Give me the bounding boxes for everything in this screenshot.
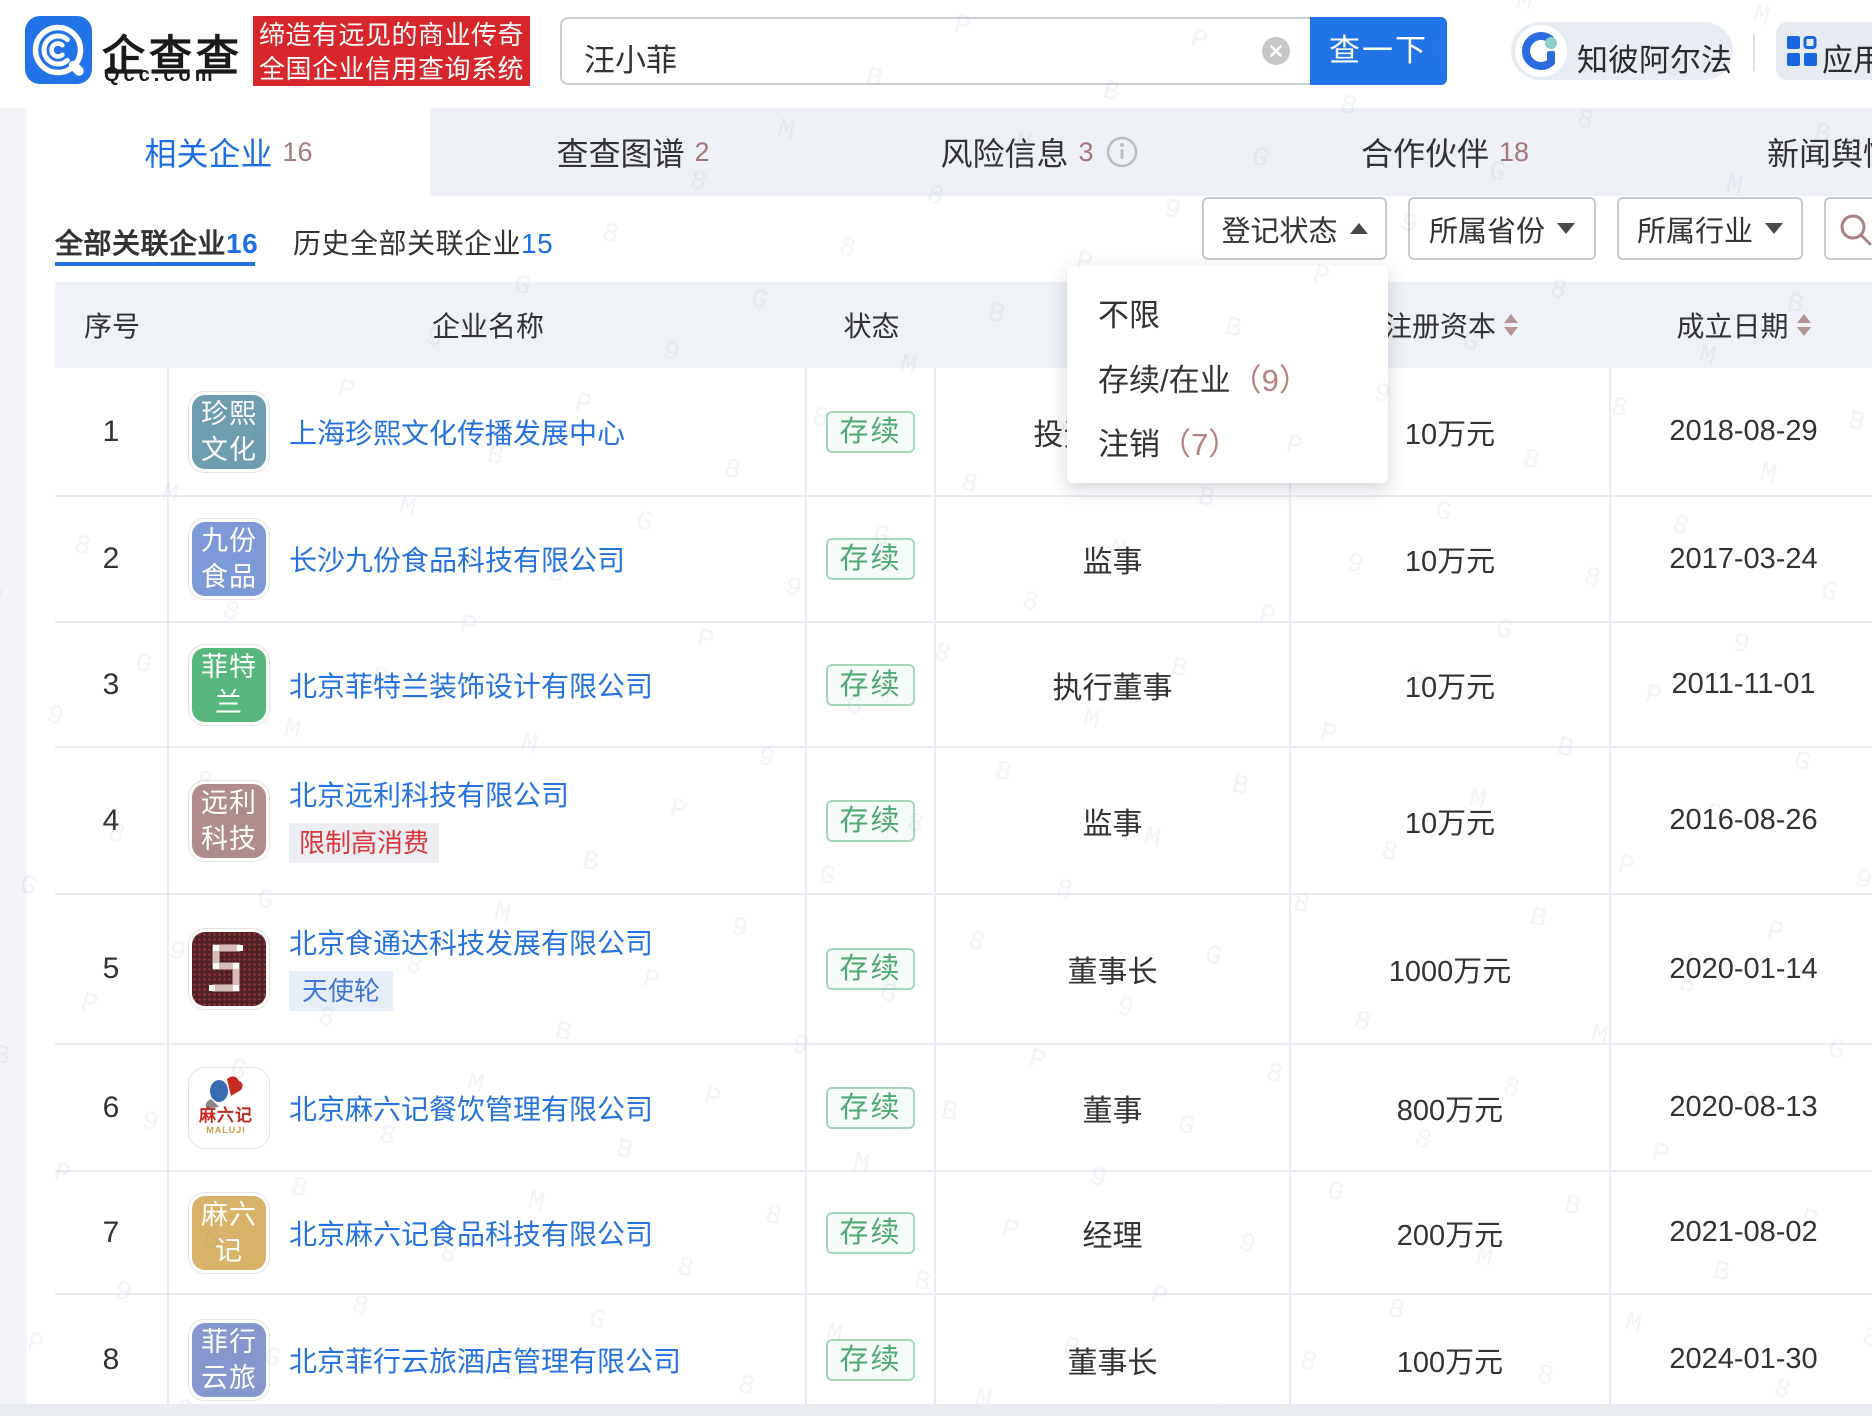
svg-text:麻六记: 麻六记 xyxy=(198,1105,253,1125)
svg-text:MALUJI: MALUJI xyxy=(206,1125,246,1135)
